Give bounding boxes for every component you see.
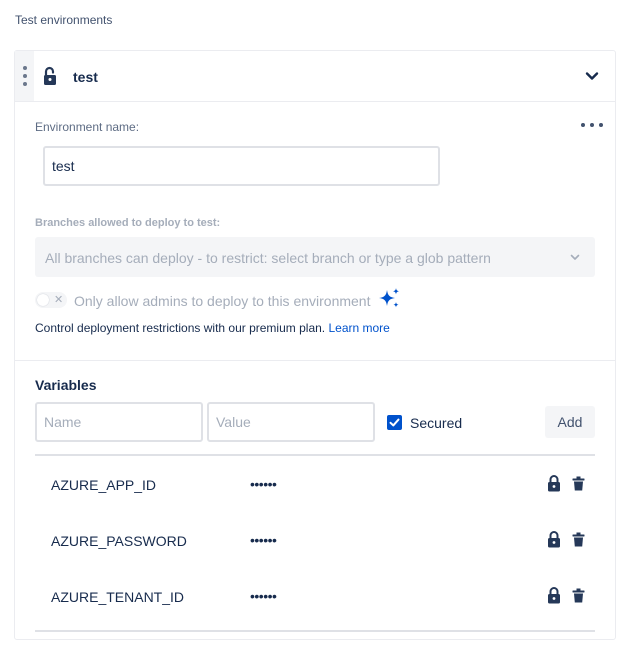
variable-name: AZURE_PASSWORD: [51, 533, 187, 549]
premium-note: Control deployment restrictions with our…: [35, 321, 390, 335]
trash-icon[interactable]: [572, 588, 585, 603]
table-row: AZURE_PASSWORD ••••••: [35, 512, 595, 568]
lock-open-icon: [44, 66, 56, 85]
variable-value-masked: ••••••: [250, 532, 277, 548]
admin-only-label: Only allow admins to deploy to this envi…: [74, 293, 371, 309]
lock-icon: [548, 475, 560, 492]
admin-only-toggle[interactable]: ✕: [35, 292, 67, 308]
table-row: AZURE_TENANT_ID ••••••: [35, 568, 595, 624]
variables-title: Variables: [35, 377, 97, 393]
environment-name-label: Environment name:: [35, 120, 140, 134]
chevron-down-icon: [570, 254, 580, 260]
environment-name-input[interactable]: [43, 146, 440, 186]
section-divider: [15, 360, 615, 361]
variable-name: AZURE_TENANT_ID: [51, 589, 185, 605]
environment-card: test Environment name: Branches allowed …: [14, 50, 616, 640]
drag-handle[interactable]: [15, 51, 34, 101]
lock-icon: [548, 531, 560, 548]
lock-icon: [548, 587, 560, 604]
variable-name: AZURE_APP_ID: [51, 477, 157, 493]
trash-icon[interactable]: [572, 476, 585, 491]
variable-value-masked: ••••••: [250, 588, 277, 604]
variable-value-input[interactable]: [207, 402, 375, 442]
sparkle-icon: [379, 288, 400, 308]
more-options-icon[interactable]: [581, 119, 603, 131]
learn-more-link[interactable]: Learn more: [328, 321, 389, 335]
toggle-knob: [37, 294, 49, 306]
variable-value-masked: ••••••: [250, 476, 277, 492]
chevron-down-icon[interactable]: [585, 69, 599, 83]
secured-checkbox[interactable]: [387, 415, 402, 430]
trash-icon[interactable]: [572, 532, 585, 547]
table-row: AZURE_APP_ID ••••••: [35, 456, 595, 512]
section-title: Test environments: [15, 13, 113, 27]
variables-table: AZURE_APP_ID •••••• AZURE_PASSWORD •••••…: [35, 454, 595, 632]
secured-label: Secured: [410, 415, 463, 431]
checkmark-icon: [389, 418, 400, 427]
variable-name-input[interactable]: [35, 402, 203, 442]
table-divider: [35, 630, 595, 632]
drag-dots-icon: [23, 66, 27, 86]
environment-title: test: [73, 69, 98, 85]
premium-note-text: Control deployment restrictions with our…: [35, 321, 329, 335]
branch-select-text: All branches can deploy - to restrict: s…: [45, 250, 491, 266]
environment-header[interactable]: test: [15, 51, 615, 102]
add-variable-button[interactable]: Add: [545, 406, 595, 438]
branch-select[interactable]: All branches can deploy - to restrict: s…: [35, 237, 595, 277]
branches-label: Branches allowed to deploy to test:: [35, 217, 221, 229]
toggle-off-icon: ✕: [54, 294, 64, 306]
